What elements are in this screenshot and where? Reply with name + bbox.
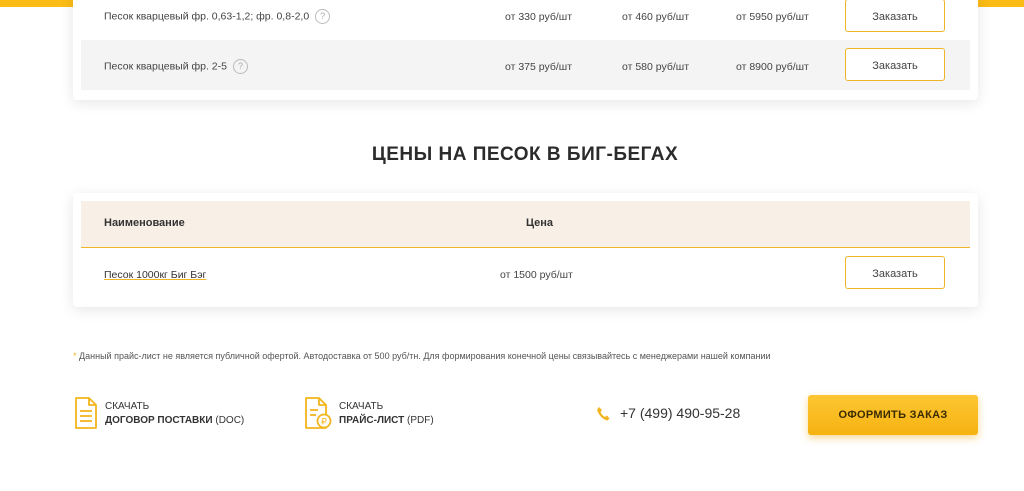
phone-number: +7 (499) 490-95-28 <box>620 405 741 421</box>
table-row: Песок кварцевый фр. 0,63-1,2; фр. 0,8-2,… <box>81 0 970 40</box>
asterisk: * <box>73 351 77 361</box>
download-pricelist-link[interactable]: ₽ СКАЧАТЬ ПРАЙС-ЛИСТ (PDF) <box>304 397 454 433</box>
price-cell: от 580 руб/шт <box>622 61 690 73</box>
price-document-icon: ₽ <box>305 397 332 429</box>
document-icon <box>75 397 97 429</box>
place-order-button[interactable]: ОФОРМИТЬ ЗАКАЗ <box>808 395 978 435</box>
phone-icon <box>597 407 610 421</box>
order-button[interactable]: Заказать <box>845 256 945 289</box>
product-name: Песок кварцевый фр. 2-5? <box>104 59 248 74</box>
price-cell: от 460 руб/шт <box>622 11 690 23</box>
svg-text:₽: ₽ <box>321 418 327 428</box>
header-price: Цена <box>526 217 554 229</box>
disclaimer-text: Данный прайс-лист не является публичной … <box>79 351 771 361</box>
price-cell: от 8900 руб/шт <box>736 61 809 73</box>
table-header: Наименование Цена <box>81 201 970 248</box>
download-format: (PDF) <box>407 415 434 426</box>
table-row: Песок 1000кг Биг Бэг от 1500 руб/шт Зака… <box>81 248 970 303</box>
help-icon[interactable]: ? <box>232 59 248 74</box>
order-button[interactable]: Заказать <box>845 48 945 81</box>
download-contract-link[interactable]: СКАЧАТЬ ДОГОВОР ПОСТАВКИ (DOC) <box>74 397 254 433</box>
download-action: СКАЧАТЬ <box>105 401 150 412</box>
price-cell: от 1500 руб/шт <box>500 269 573 281</box>
price-cell: от 330 руб/шт <box>505 11 573 23</box>
download-action: СКАЧАТЬ <box>339 401 384 412</box>
download-title: ДОГОВОР ПОСТАВКИ <box>105 415 213 426</box>
product-name: Песок кварцевый фр. 0,63-1,2; фр. 0,8-2,… <box>104 9 331 24</box>
help-icon[interactable]: ? <box>315 9 331 24</box>
price-cell: от 375 руб/шт <box>505 61 573 73</box>
download-format: (DOC) <box>215 415 245 426</box>
product-link[interactable]: Песок 1000кг Биг Бэг <box>104 269 206 281</box>
table-row: Песок кварцевый фр. 2-5? от 375 руб/шт о… <box>81 40 970 90</box>
price-cell: от 5950 руб/шт <box>736 11 809 23</box>
header-name: Наименование <box>104 217 185 229</box>
price-table-card: Песок кварцевый фр. 0,63-1,2; фр. 0,8-2,… <box>73 0 978 100</box>
bigbag-table-card: Наименование Цена Песок 1000кг Биг Бэг о… <box>73 193 978 307</box>
section-title: ЦЕНЫ НА ПЕСОК В БИГ-БЕГАХ <box>371 144 679 165</box>
download-title: ПРАЙС-ЛИСТ <box>339 415 405 426</box>
disclaimer-note: * Данный прайс-лист не является публично… <box>73 351 771 361</box>
order-button[interactable]: Заказать <box>845 0 945 32</box>
